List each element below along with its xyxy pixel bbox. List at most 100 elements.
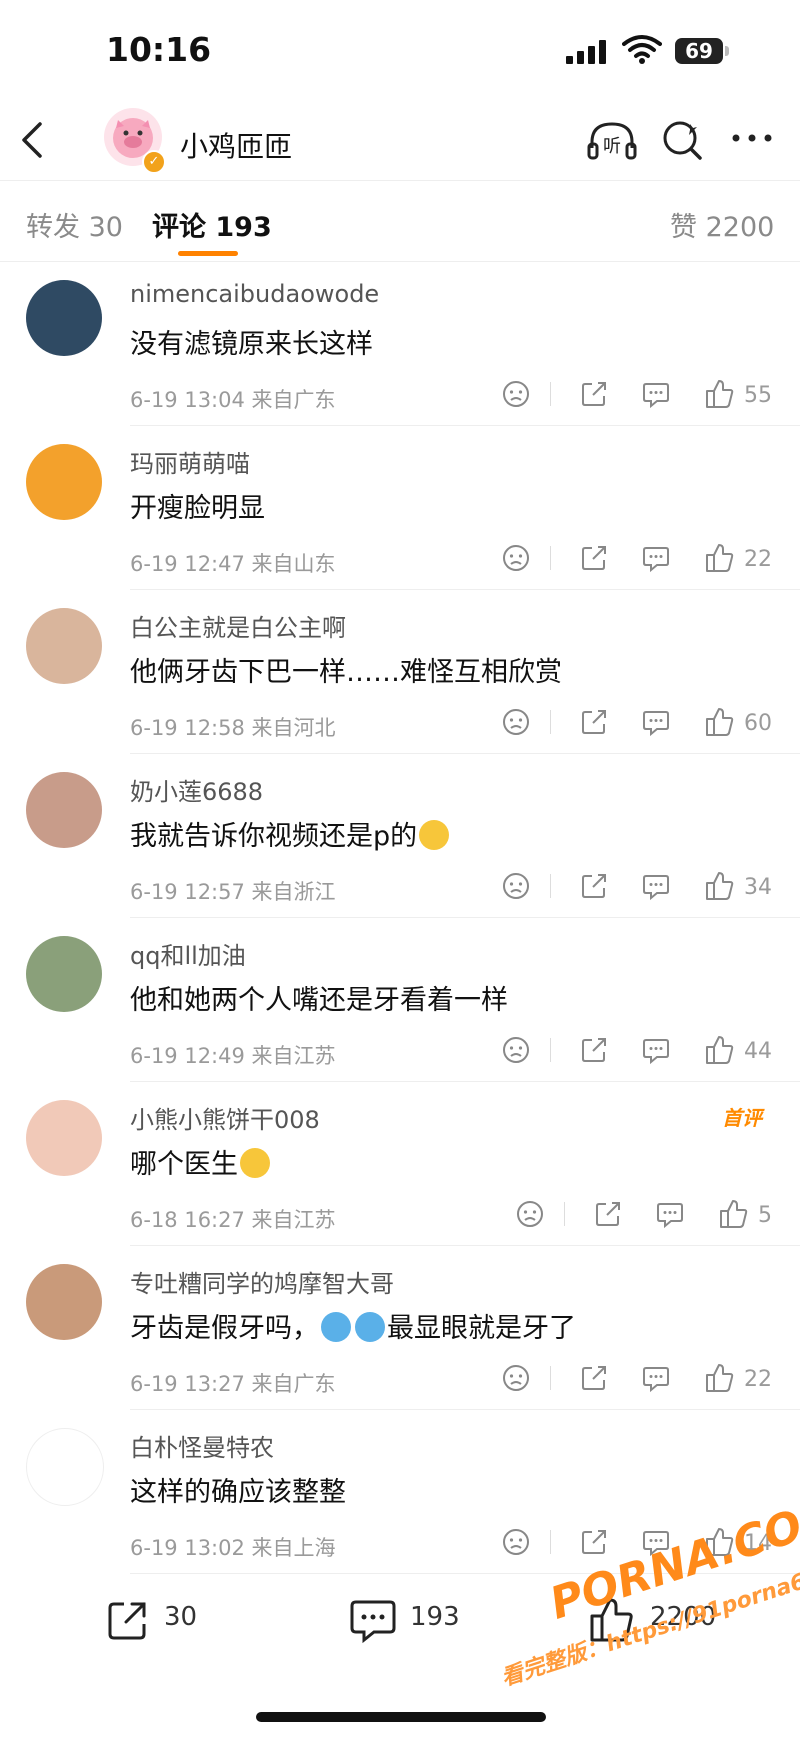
- commenter-name[interactable]: 玛丽萌萌喵: [130, 444, 250, 479]
- share-icon[interactable]: [578, 1362, 610, 1394]
- dislike-icon[interactable]: [500, 1526, 532, 1558]
- comment-item: 玛丽萌萌喵开瘦脸明显 6-19 12:47 来自山东 22: [0, 426, 800, 590]
- dislike-icon[interactable]: [500, 378, 532, 410]
- commenter-avatar[interactable]: [26, 608, 102, 684]
- author-name[interactable]: 小鸡匝匝: [180, 125, 292, 165]
- comment-like-count[interactable]: 5: [758, 1203, 772, 1228]
- like-icon[interactable]: [704, 378, 736, 410]
- comment-like-count[interactable]: 22: [744, 1367, 772, 1392]
- commenter-name[interactable]: 小熊小熊饼干008: [130, 1100, 320, 1135]
- commenter-avatar[interactable]: [26, 444, 102, 520]
- commenter-avatar[interactable]: [26, 772, 102, 848]
- share-icon[interactable]: [578, 378, 610, 410]
- status-time: 10:16: [106, 30, 212, 69]
- comment-like-count[interactable]: 60: [744, 711, 772, 736]
- comment-icon[interactable]: [348, 1596, 398, 1644]
- reply-icon[interactable]: [654, 1198, 686, 1230]
- share-icon[interactable]: [592, 1198, 624, 1230]
- dislike-icon[interactable]: [500, 542, 532, 574]
- dislike-icon[interactable]: [500, 706, 532, 738]
- comment-meta: 6-19 13:02 来自上海: [130, 1536, 336, 1560]
- comment-text-part: 他和她两个人嘴还是牙看着一样: [130, 985, 508, 1016]
- reply-icon[interactable]: [640, 870, 672, 902]
- comment-text-part: 这样的确应该整整: [130, 1477, 346, 1508]
- comment-meta: 6-19 12:49 来自江苏: [130, 1044, 336, 1068]
- comment-text: 开瘦脸明显: [130, 486, 265, 525]
- action-separator: [550, 1038, 551, 1062]
- comment-meta: 6-19 12:47 来自山东: [130, 552, 336, 576]
- tab-reposts[interactable]: 转发 30: [26, 205, 123, 244]
- comment-like-count[interactable]: 55: [744, 383, 772, 408]
- crying-emoji-icon: [355, 1311, 385, 1342]
- reply-icon[interactable]: [640, 706, 672, 738]
- active-tab-indicator: [178, 251, 238, 256]
- commenter-name[interactable]: nimencaibudaowode: [130, 280, 379, 308]
- comment-text: 这样的确应该整整: [130, 1470, 346, 1509]
- reply-icon[interactable]: [640, 1362, 672, 1394]
- repost-icon[interactable]: [104, 1596, 152, 1644]
- like-icon[interactable]: [704, 706, 736, 738]
- dislike-icon[interactable]: [500, 870, 532, 902]
- share-icon[interactable]: [578, 870, 610, 902]
- status-bar: 10:16 69: [0, 0, 800, 100]
- comment-text: 他俩牙齿下巴一样……难怪互相欣赏: [130, 650, 562, 689]
- comment-item: nimencaibudaowode 没有滤镜原来长这样 6-19 13:04 来自广…: [0, 262, 800, 426]
- action-separator: [564, 1202, 565, 1226]
- share-icon[interactable]: [578, 542, 610, 574]
- comment-text-part: 没有滤镜原来长这样: [130, 329, 373, 360]
- nav-header: ✓ 小鸡匝匝 听: [0, 100, 800, 181]
- like-icon[interactable]: [704, 870, 736, 902]
- signal-icon: [566, 40, 610, 64]
- dislike-icon[interactable]: [514, 1198, 546, 1230]
- like-icon[interactable]: [704, 1034, 736, 1066]
- reply-icon[interactable]: [640, 378, 672, 410]
- share-icon[interactable]: [578, 706, 610, 738]
- like-icon[interactable]: [704, 542, 736, 574]
- comment-like-count[interactable]: 44: [744, 1039, 772, 1064]
- comment-item: 白公主就是白公主啊他俩牙齿下巴一样……难怪互相欣赏 6-19 12:58 来自河北…: [0, 590, 800, 754]
- dislike-icon[interactable]: [500, 1034, 532, 1066]
- like-icon[interactable]: [718, 1198, 750, 1230]
- comment-count[interactable]: 193: [410, 1602, 460, 1632]
- dislike-icon[interactable]: [500, 1362, 532, 1394]
- doge-emoji-icon: [419, 819, 450, 850]
- commenter-name[interactable]: 白朴怪曼特农: [130, 1428, 274, 1463]
- commenter-name[interactable]: 专吐糟同学的鸠摩智大哥: [130, 1264, 394, 1299]
- tab-comments[interactable]: 评论 193: [152, 205, 272, 244]
- comment-like-count[interactable]: 34: [744, 875, 772, 900]
- commenter-avatar[interactable]: [26, 936, 102, 1012]
- comment-item: 专吐糟同学的鸠摩智大哥牙齿是假牙吗， 最显眼就是牙了 6-19 13:27 来自广东…: [0, 1246, 800, 1410]
- back-arrow-icon[interactable]: [18, 120, 48, 160]
- comment-meta: 6-19 13:27 来自广东: [130, 1372, 336, 1396]
- commenter-name[interactable]: qq和ll加油: [130, 936, 246, 971]
- share-icon[interactable]: [578, 1034, 610, 1066]
- comment-meta: 6-19 12:58 来自河北: [130, 716, 336, 740]
- reply-icon[interactable]: [640, 542, 672, 574]
- like-icon[interactable]: [704, 1362, 736, 1394]
- search-icon[interactable]: [660, 118, 706, 164]
- commenter-avatar[interactable]: [26, 1264, 102, 1340]
- comment-like-count[interactable]: 22: [744, 547, 772, 572]
- action-separator: [550, 710, 551, 734]
- comment-text-part: 牙齿是假牙吗，: [130, 1313, 319, 1344]
- commenter-avatar[interactable]: [26, 280, 102, 356]
- blush-emoji-icon: [240, 1147, 270, 1178]
- reply-icon[interactable]: [640, 1034, 672, 1066]
- commenter-avatar[interactable]: [26, 1100, 102, 1176]
- action-separator: [550, 874, 551, 898]
- comment-meta: 6-19 13:04 来自广东: [130, 388, 336, 412]
- comment-text: 哪个医生: [130, 1142, 272, 1181]
- comment-text: 牙齿是假牙吗， 最显眼就是牙了: [130, 1306, 576, 1345]
- first-comment-badge: 首评: [722, 1106, 762, 1130]
- commenter-name[interactable]: 白公主就是白公主啊: [130, 608, 346, 643]
- repost-count[interactable]: 30: [164, 1602, 197, 1632]
- comment-text: 没有滤镜原来长这样: [130, 322, 373, 361]
- tab-likes[interactable]: 赞 2200: [670, 205, 774, 244]
- commenter-name[interactable]: 奶小莲6688: [130, 772, 263, 807]
- comment-text: 他和她两个人嘴还是牙看着一样: [130, 978, 508, 1017]
- listen-headphones-icon[interactable]: 听: [586, 118, 638, 164]
- action-separator: [550, 382, 551, 406]
- commenter-avatar[interactable]: [26, 1428, 104, 1506]
- comment-item: 小熊小熊饼干008 哪个医生 首评 6-18 16:27 来自江苏 5: [0, 1082, 800, 1246]
- more-icon[interactable]: [730, 130, 774, 146]
